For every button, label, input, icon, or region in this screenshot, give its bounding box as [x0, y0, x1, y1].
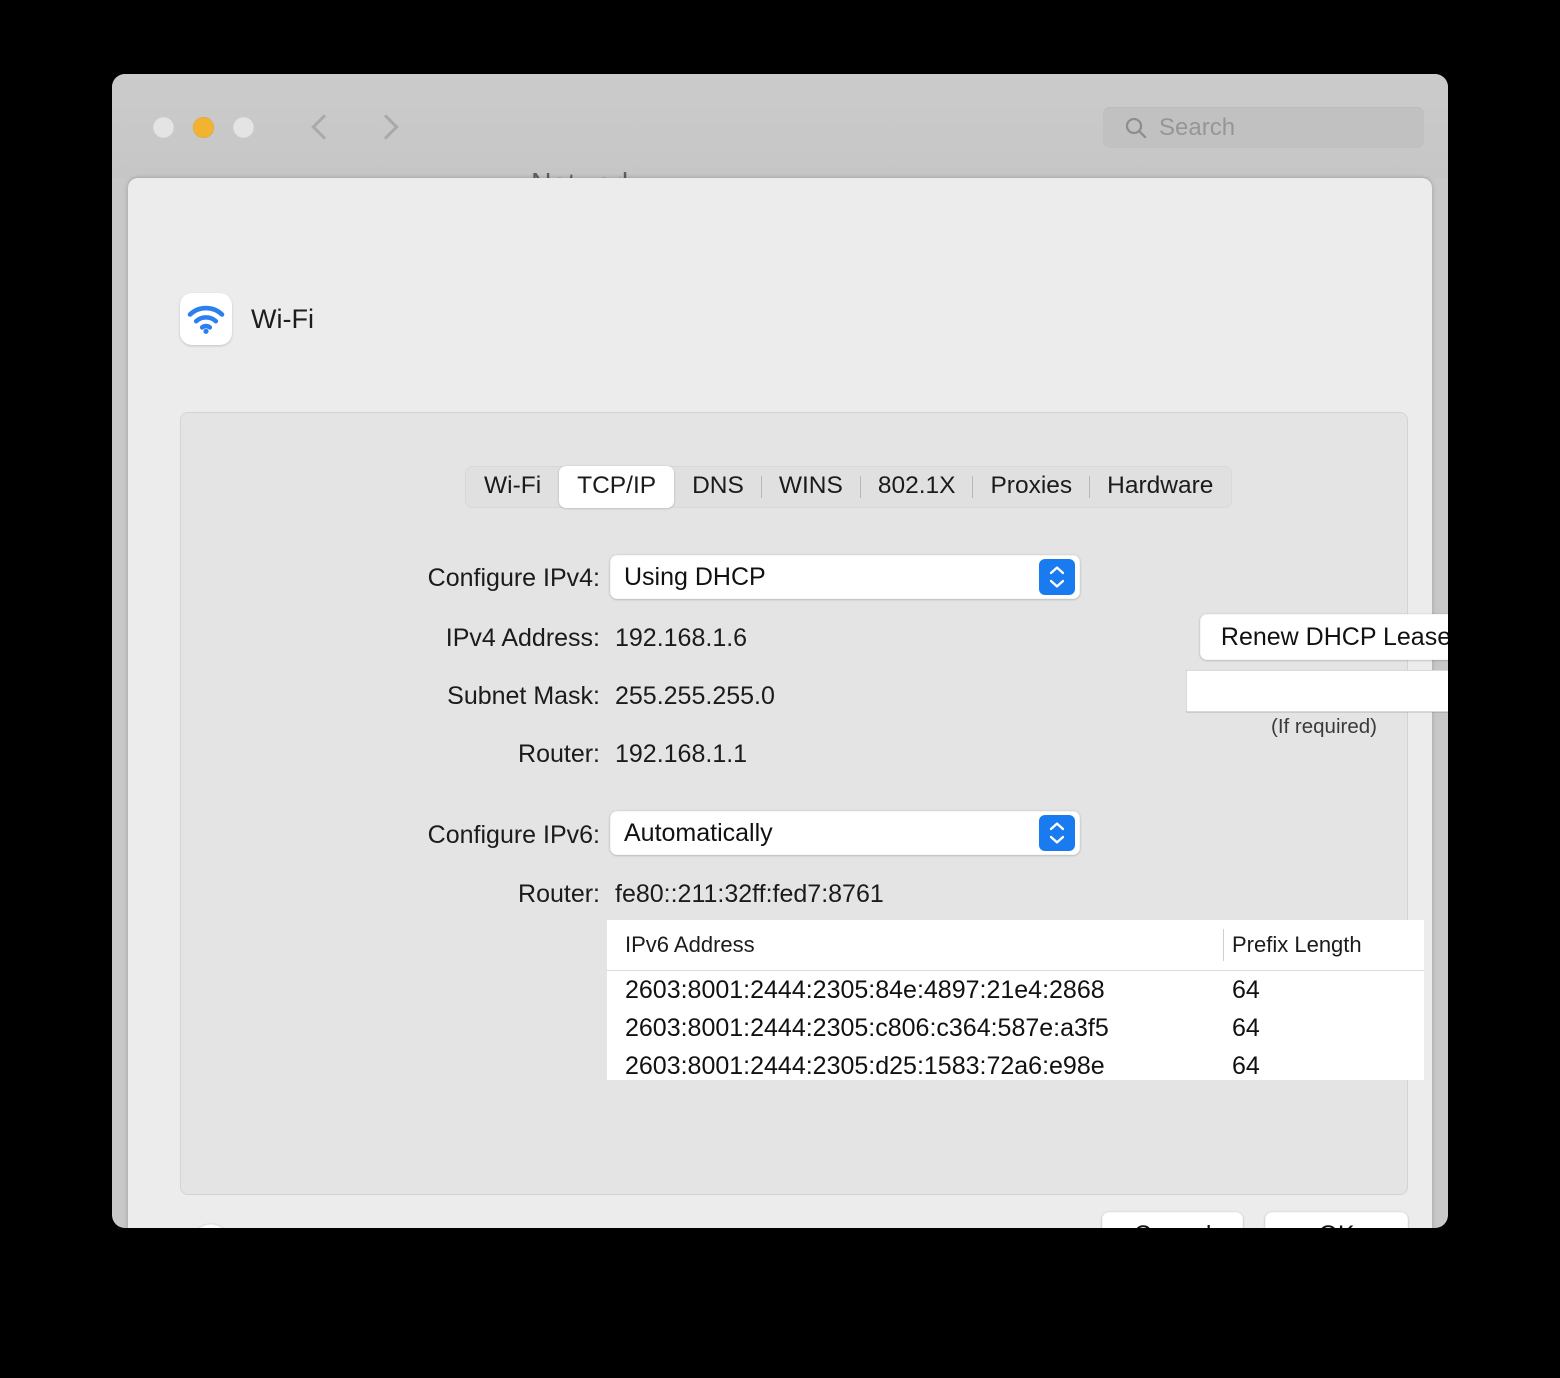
- service-name: Wi-Fi: [251, 303, 314, 334]
- cell-prefix-length: 64: [1232, 1051, 1260, 1080]
- subnet-mask-value: 255.255.255.0: [615, 682, 775, 710]
- configure-ipv6-label: Configure IPv6:: [427, 821, 600, 849]
- configure-ipv4-popup[interactable]: Using DHCP: [610, 555, 1080, 599]
- tab-hardware[interactable]: Hardware: [1090, 467, 1230, 508]
- configure-ipv4-label: Configure IPv4:: [427, 564, 600, 592]
- tab-8021x[interactable]: 802.1X: [861, 467, 973, 508]
- dhcp-client-id-hint: (If required): [1271, 715, 1377, 738]
- wifi-icon: [180, 293, 232, 345]
- tab-proxies[interactable]: Proxies: [973, 467, 1089, 508]
- ok-button[interactable]: OK: [1265, 1212, 1408, 1228]
- tcpip-settings-sheet: Wi-Fi Wi-Fi TCP/IP DNS WINS 802.1X Proxi…: [128, 178, 1448, 1228]
- column-header-ipv6-address[interactable]: IPv6 Address: [625, 932, 755, 958]
- table-row[interactable]: 2603:8001:2444:2305:84e:4897:21e4:2868 6…: [607, 971, 1424, 1009]
- traffic-light-buttons: [153, 117, 254, 138]
- close-button[interactable]: [153, 117, 174, 138]
- help-button[interactable]: ?: [192, 1224, 230, 1228]
- popup-stepper-arrows-icon: [1039, 815, 1075, 851]
- search-input[interactable]: [1157, 112, 1401, 143]
- renew-dhcp-lease-button[interactable]: Renew DHCP Lease: [1200, 614, 1448, 660]
- cell-ipv6-address: 2603:8001:2444:2305:d25:1583:72a6:e98e: [625, 1051, 1105, 1080]
- network-preferences-window: Network Wi-Fi Wi-Fi: [112, 74, 1448, 1228]
- tab-wins[interactable]: WINS: [762, 467, 860, 508]
- tab-dns[interactable]: DNS: [675, 467, 761, 508]
- tab-wifi[interactable]: Wi-Fi: [467, 467, 558, 508]
- cancel-button[interactable]: Cancel: [1102, 1212, 1243, 1228]
- ipv6-address-table[interactable]: IPv6 Address Prefix Length 2603:8001:244…: [607, 920, 1424, 1080]
- tab-tcpip[interactable]: TCP/IP: [559, 465, 675, 509]
- configure-ipv6-popup[interactable]: Automatically: [610, 811, 1080, 855]
- ipv4-router-label: Router:: [518, 740, 600, 768]
- search-field[interactable]: [1103, 107, 1424, 148]
- minimize-button[interactable]: [193, 117, 214, 138]
- ipv6-router-value: fe80::211:32ff:fed7:8761: [615, 880, 884, 908]
- column-divider: [1223, 929, 1224, 961]
- configure-ipv6-value: Automatically: [624, 818, 773, 847]
- cell-prefix-length: 64: [1232, 1013, 1260, 1042]
- service-header: Wi-Fi: [180, 293, 314, 345]
- ipv6-router-label: Router:: [518, 880, 600, 908]
- table-row[interactable]: 2603:8001:2444:2305:c806:c364:587e:a3f5 …: [607, 1009, 1424, 1047]
- ipv4-address-label: IPv4 Address:: [445, 624, 600, 652]
- dhcp-client-id-input[interactable]: [1186, 670, 1448, 712]
- toolbar-navigation: [312, 112, 396, 144]
- subnet-mask-label: Subnet Mask:: [447, 682, 600, 710]
- table-header-row: IPv6 Address Prefix Length: [607, 920, 1424, 971]
- ipv4-router-value: 192.168.1.1: [615, 740, 748, 768]
- cell-prefix-length: 64: [1232, 975, 1260, 1004]
- popup-stepper-arrows-icon: [1039, 559, 1075, 595]
- tcpip-content-panel: Configure IPv4: Using DHCP IPv4 Address:…: [180, 412, 1448, 1195]
- cell-ipv6-address: 2603:8001:2444:2305:84e:4897:21e4:2868: [625, 975, 1105, 1004]
- configure-ipv4-value: Using DHCP: [624, 562, 766, 591]
- table-row[interactable]: 2603:8001:2444:2305:d25:1583:72a6:e98e 6…: [607, 1047, 1424, 1080]
- cell-ipv6-address: 2603:8001:2444:2305:c806:c364:587e:a3f5: [625, 1013, 1109, 1042]
- column-header-prefix-length[interactable]: Prefix Length: [1232, 932, 1362, 958]
- chevron-right-icon[interactable]: [376, 112, 396, 144]
- ipv4-address-value: 192.168.1.6: [615, 624, 748, 652]
- chevron-left-icon[interactable]: [312, 112, 332, 144]
- tab-bar: Wi-Fi TCP/IP DNS WINS 802.1X Proxies Har…: [465, 465, 1233, 509]
- zoom-button[interactable]: [233, 117, 254, 138]
- search-icon: [1125, 117, 1147, 138]
- window-titlebar: Network: [112, 74, 1448, 208]
